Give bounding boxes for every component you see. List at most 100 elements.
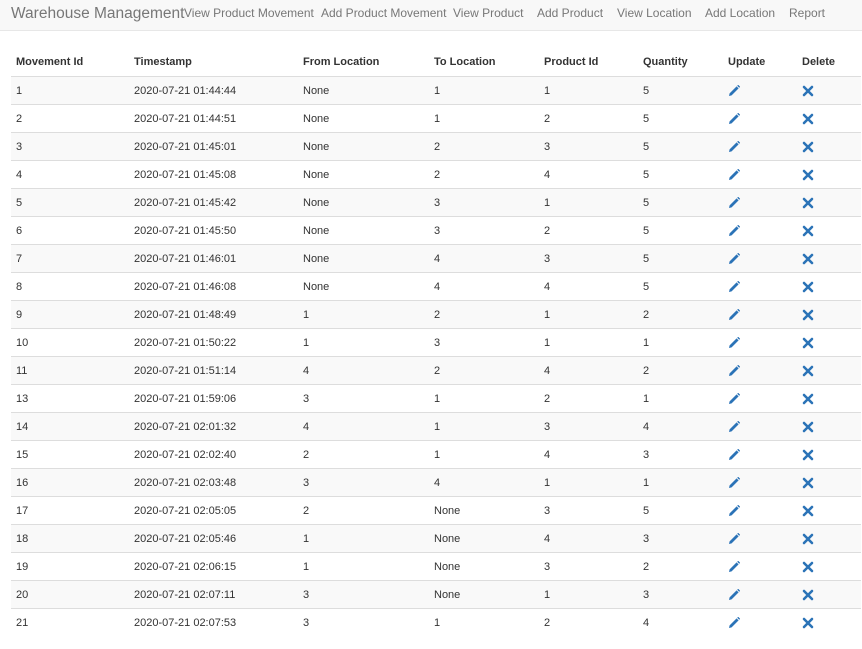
x-icon[interactable] bbox=[802, 85, 814, 97]
x-icon[interactable] bbox=[802, 449, 814, 461]
nav-view-product-movement[interactable]: View Product Movement bbox=[184, 6, 314, 21]
to-location-cell: 1 bbox=[429, 440, 539, 469]
nav-report[interactable]: Report bbox=[789, 6, 825, 21]
pencil-icon[interactable] bbox=[728, 112, 740, 125]
product-id-cell: 3 bbox=[539, 552, 638, 581]
update-cell bbox=[723, 580, 797, 609]
timestamp-cell: 2020-07-21 01:44:44 bbox=[129, 76, 298, 105]
update-cell bbox=[723, 468, 797, 497]
update-cell bbox=[723, 216, 797, 245]
timestamp-cell: 2020-07-21 01:48:49 bbox=[129, 300, 298, 329]
x-icon[interactable] bbox=[802, 533, 814, 545]
quantity-cell: 4 bbox=[643, 616, 650, 629]
product-id-cell: 3 bbox=[539, 496, 638, 525]
nav-view-product[interactable]: View Product bbox=[453, 6, 523, 21]
brand-title[interactable]: Warehouse Management bbox=[11, 4, 184, 24]
pencil-icon[interactable] bbox=[728, 392, 740, 405]
x-icon[interactable] bbox=[802, 141, 814, 153]
pencil-icon[interactable] bbox=[728, 364, 740, 377]
pencil-icon[interactable] bbox=[728, 196, 740, 209]
pencil-icon[interactable] bbox=[728, 168, 740, 181]
pencil-icon[interactable] bbox=[728, 448, 740, 461]
quantity-cell: 5 bbox=[638, 76, 723, 105]
product-id-cell: 4 bbox=[539, 160, 638, 189]
pencil-icon[interactable] bbox=[728, 532, 740, 545]
nav-view-location[interactable]: View Location bbox=[617, 6, 692, 21]
to-location-cell: None bbox=[429, 496, 539, 525]
delete-cell bbox=[797, 160, 861, 189]
x-icon[interactable] bbox=[802, 505, 814, 517]
update-cell bbox=[723, 76, 797, 105]
product-id-cell: 3 bbox=[539, 132, 638, 161]
table-row: 15 2020-07-21 02:02:40 2 1 4 3 bbox=[11, 440, 861, 469]
quantity-cell: 4 bbox=[638, 412, 723, 441]
update-cell bbox=[723, 384, 797, 413]
pencil-icon[interactable] bbox=[728, 308, 740, 321]
to-location-cell: None bbox=[429, 580, 539, 609]
x-icon[interactable] bbox=[802, 561, 814, 573]
quantity-cell: 5 bbox=[638, 132, 723, 161]
x-icon[interactable] bbox=[802, 365, 814, 377]
from-location-cell: 1 bbox=[298, 524, 429, 553]
x-icon[interactable] bbox=[802, 309, 814, 321]
header-delete: Delete bbox=[797, 48, 861, 77]
table-row: 9 2020-07-21 01:48:49 1 2 1 2 bbox=[11, 300, 861, 329]
pencil-icon[interactable] bbox=[728, 588, 740, 601]
x-icon[interactable] bbox=[802, 225, 814, 237]
update-cell bbox=[723, 104, 797, 133]
update-cell bbox=[723, 412, 797, 441]
quantity-cell: 5 bbox=[638, 272, 723, 301]
to-location-cell: 4 bbox=[429, 272, 539, 301]
x-icon[interactable] bbox=[802, 281, 814, 293]
timestamp-cell: 2020-07-21 02:02:40 bbox=[129, 440, 298, 469]
quantity-cell: 3 bbox=[638, 440, 723, 469]
pencil-icon[interactable] bbox=[728, 224, 740, 237]
x-icon[interactable] bbox=[802, 113, 814, 125]
header-timestamp: Timestamp bbox=[129, 48, 298, 77]
pencil-icon[interactable] bbox=[728, 616, 740, 629]
nav-add-product[interactable]: Add Product bbox=[537, 6, 603, 21]
x-icon[interactable] bbox=[802, 337, 814, 349]
header-to-location: To Location bbox=[429, 48, 539, 77]
x-icon[interactable] bbox=[802, 197, 814, 209]
delete-cell bbox=[797, 300, 861, 329]
pencil-icon[interactable] bbox=[728, 84, 740, 97]
x-icon[interactable] bbox=[802, 421, 814, 433]
nav-add-product-movement[interactable]: Add Product Movement bbox=[321, 6, 446, 21]
quantity-cell: 2 bbox=[638, 300, 723, 329]
pencil-icon[interactable] bbox=[728, 560, 740, 573]
x-icon[interactable] bbox=[802, 589, 814, 601]
table-row: 13 2020-07-21 01:59:06 3 1 2 1 bbox=[11, 384, 861, 413]
header-quantity: Quantity bbox=[638, 48, 723, 77]
pencil-icon[interactable] bbox=[728, 504, 740, 517]
product-movement-table: Movement Id Timestamp From Location To L… bbox=[11, 48, 861, 636]
from-location-cell: 1 bbox=[298, 300, 429, 329]
product-id-cell: 2 bbox=[539, 104, 638, 133]
nav-add-location[interactable]: Add Location bbox=[705, 6, 775, 21]
x-icon[interactable] bbox=[802, 477, 814, 489]
table-row: 2 2020-07-21 01:44:51 None 1 2 5 bbox=[11, 104, 861, 133]
product-id-cell: 2 bbox=[539, 384, 638, 413]
x-icon[interactable] bbox=[802, 617, 814, 629]
x-icon[interactable] bbox=[802, 253, 814, 265]
x-icon[interactable] bbox=[802, 169, 814, 181]
product-id-cell: 3 bbox=[539, 412, 638, 441]
table-header-row: Movement Id Timestamp From Location To L… bbox=[11, 48, 861, 77]
pencil-icon[interactable] bbox=[728, 420, 740, 433]
x-icon[interactable] bbox=[802, 393, 814, 405]
pencil-icon[interactable] bbox=[728, 280, 740, 293]
pencil-icon[interactable] bbox=[728, 140, 740, 153]
update-cell bbox=[723, 272, 797, 301]
table-row: 21 2020-07-21 02:07:53 3 1 2 4 bbox=[11, 609, 861, 637]
from-location-cell: 3 bbox=[298, 580, 429, 609]
pencil-icon[interactable] bbox=[728, 476, 740, 489]
update-cell bbox=[723, 496, 797, 525]
quantity-cell: 3 bbox=[638, 524, 723, 553]
from-location-cell: 2 bbox=[298, 496, 429, 525]
pencil-icon[interactable] bbox=[728, 252, 740, 265]
movement-id-cell: 19 bbox=[11, 552, 129, 581]
to-location-cell: None bbox=[429, 552, 539, 581]
pencil-icon[interactable] bbox=[728, 336, 740, 349]
from-location-cell: None bbox=[298, 244, 429, 273]
timestamp-cell: 2020-07-21 02:06:15 bbox=[129, 552, 298, 581]
